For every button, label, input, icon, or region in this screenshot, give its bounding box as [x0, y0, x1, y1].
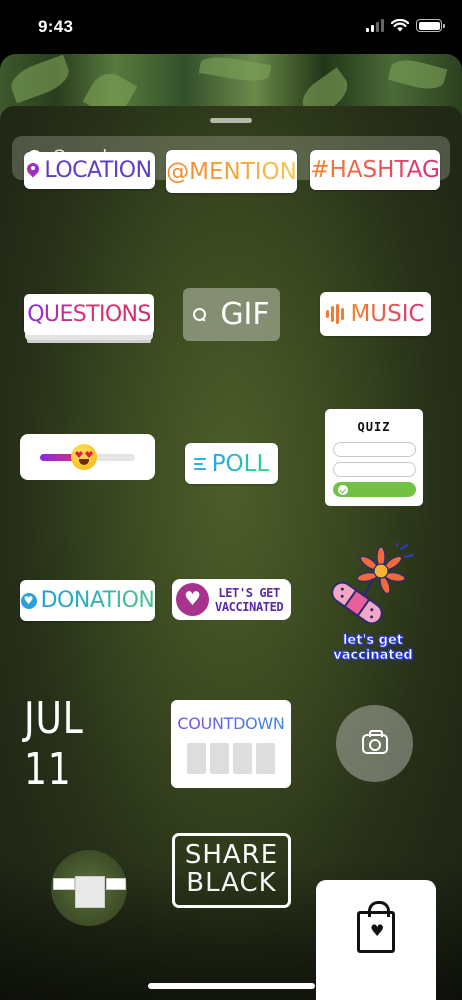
camera-sticker-button[interactable]	[336, 705, 413, 782]
vaccinated-line-1: LET'S GET	[218, 585, 280, 600]
vaccinated-art-line-2: vaccinated	[333, 647, 413, 663]
location-sticker-label: LOCATION	[44, 158, 152, 183]
vaccinated-sticker-text: LET'S GET VACCINATED	[215, 585, 284, 614]
vaccinated-illustration-sticker[interactable]: let's get vaccinated	[318, 540, 428, 665]
emoji-slider-sticker[interactable]	[20, 434, 155, 480]
hashtag-sticker[interactable]: #HASHTAG	[310, 150, 440, 190]
music-sticker[interactable]: MUSIC	[320, 292, 431, 336]
cellular-signal-icon	[366, 19, 384, 32]
home-indicator[interactable]	[148, 983, 315, 989]
share-sticker-line-1: SHARE	[184, 840, 279, 870]
hashtag-sticker-label: #HASHTAG	[310, 157, 440, 183]
poll-sticker[interactable]: POLL	[185, 443, 278, 484]
music-sticker-label: MUSIC	[350, 301, 425, 327]
battery-icon	[416, 19, 445, 32]
donation-sticker[interactable]: DONATION	[20, 580, 155, 621]
quiz-option-correct	[332, 482, 416, 497]
heart-circle-icon	[20, 592, 37, 609]
date-sticker[interactable]: JUL 11	[24, 693, 127, 795]
quiz-option	[332, 462, 416, 477]
camera-icon	[361, 729, 388, 754]
status-time: 9:43	[38, 17, 74, 36]
share-sticker-line-2: BLACK	[186, 868, 277, 898]
check-icon	[337, 485, 348, 495]
bandage-flower-illustration	[331, 542, 414, 624]
mention-sticker[interactable]: @MENTION	[166, 150, 297, 193]
questions-sticker[interactable]: QUESTIONS	[24, 294, 154, 335]
lets-get-vaccinated-sticker[interactable]: LET'S GET VACCINATED	[172, 579, 291, 620]
shopping-sticker[interactable]	[316, 880, 436, 1000]
tray-grabber-handle[interactable]	[210, 118, 252, 123]
music-bars-icon	[326, 304, 345, 324]
countdown-sticker-label: COUNTDOWN	[177, 714, 285, 733]
vaccinated-art-line-1: let's get	[342, 632, 404, 648]
location-sticker[interactable]: LOCATION	[24, 152, 155, 189]
heart-eyes-emoji-icon	[71, 444, 97, 470]
pin-icon	[27, 163, 39, 179]
date-sticker-label: JUL 11	[24, 693, 84, 795]
gif-sticker-label: GIF	[220, 297, 270, 332]
quiz-sticker[interactable]: QUIZ	[325, 409, 423, 506]
wifi-icon	[391, 19, 409, 32]
quiz-sticker-title: QUIZ	[357, 420, 391, 434]
status-bar: 9:43	[0, 0, 462, 54]
poll-lines-icon	[193, 457, 206, 470]
gif-search-icon	[193, 308, 207, 321]
donation-sticker-label: DONATION	[40, 588, 155, 613]
collage-sticker[interactable]	[51, 850, 127, 926]
questions-sticker-label: QUESTIONS	[27, 302, 151, 327]
heart-badge-icon	[176, 583, 209, 616]
countdown-digit-boxes	[187, 743, 275, 774]
quiz-option	[332, 442, 416, 457]
poll-sticker-label: POLL	[211, 450, 270, 477]
vaccinated-art-caption: let's get vaccinated	[333, 632, 413, 663]
share-black-sticker[interactable]: SHARE BLACK	[172, 833, 291, 908]
countdown-sticker[interactable]: COUNTDOWN	[171, 700, 291, 788]
shopping-bag-icon	[357, 901, 395, 953]
gif-sticker[interactable]: GIF	[183, 288, 280, 341]
vaccinated-line-2: VACCINATED	[215, 599, 284, 614]
mention-sticker-label: @MENTION	[166, 158, 297, 185]
status-icons	[366, 19, 445, 32]
